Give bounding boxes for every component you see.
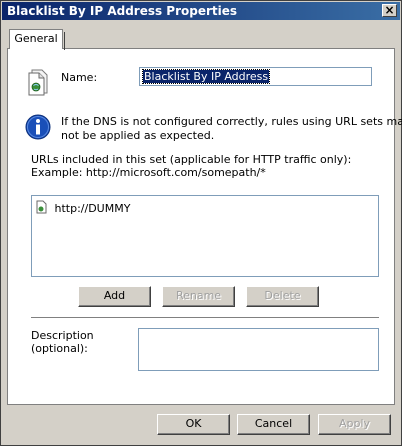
tab-general[interactable]: General [9, 29, 65, 50]
name-label: Name: [61, 71, 98, 84]
url-document-icon [36, 200, 48, 217]
delete-button[interactable]: Delete [246, 286, 319, 307]
title-bar[interactable]: Blacklist By IP Address Properties × [2, 2, 400, 20]
window-title: Blacklist By IP Address Properties [7, 4, 238, 18]
rename-button[interactable]: Rename [162, 286, 235, 307]
urls-example-line: Example: http://microsoft.com/somepath/* [31, 166, 266, 179]
section-divider [31, 317, 379, 319]
list-item[interactable]: http://DUMMY [36, 200, 130, 216]
name-input[interactable]: Blacklist By IP Address [139, 67, 372, 86]
url-set-document-icon [27, 68, 49, 99]
info-text-line1: If the DNS is not configured correctly, … [61, 115, 402, 128]
ok-button[interactable]: OK [157, 414, 230, 435]
url-listbox[interactable]: http://DUMMY [31, 195, 379, 277]
urls-intro-line1: URLs included in this set (applicable fo… [31, 153, 352, 166]
description-label-line2: (optional): [31, 342, 88, 355]
cancel-button[interactable]: Cancel [237, 414, 310, 435]
url-item-text: http://DUMMY [54, 202, 131, 215]
info-text-line2: not be applied as expected. [61, 129, 215, 142]
description-textarea[interactable] [138, 328, 379, 371]
name-input-value: Blacklist By IP Address [141, 69, 271, 84]
close-button[interactable]: × [382, 4, 397, 17]
apply-button[interactable]: Apply [318, 414, 391, 435]
description-label-line1: Description [31, 329, 94, 342]
add-button[interactable]: Add [78, 286, 151, 307]
info-icon [25, 114, 51, 143]
properties-dialog: Blacklist By IP Address Properties × Gen… [0, 0, 402, 446]
